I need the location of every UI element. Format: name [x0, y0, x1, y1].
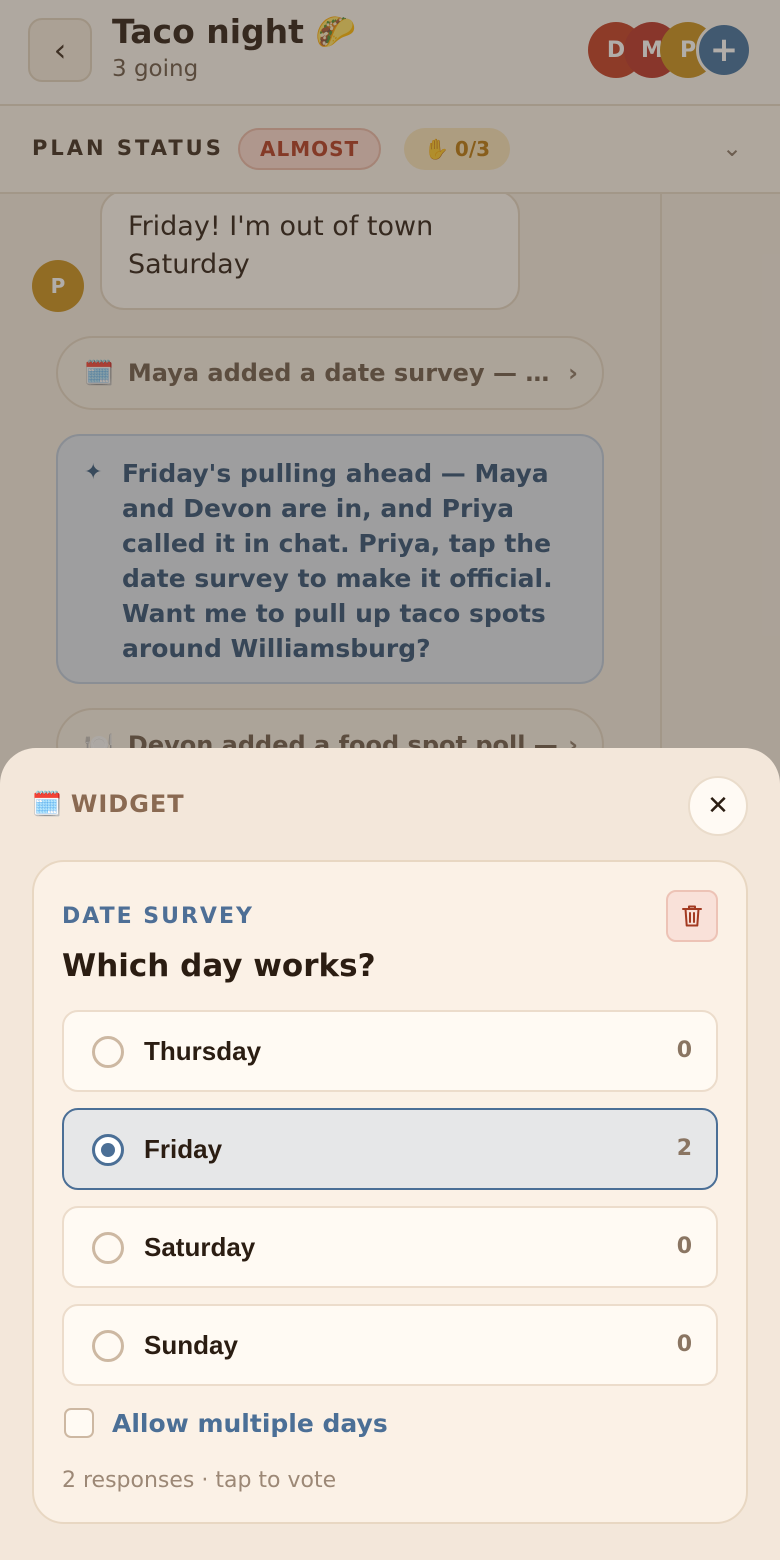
option-saturday[interactable]: Saturday 0: [62, 1206, 718, 1288]
radio-button[interactable]: [92, 1232, 124, 1264]
survey-type-label: DATE SURVEY: [62, 904, 254, 929]
option-label: Thursday: [144, 1036, 262, 1066]
response-summary: 2 responses · tap to vote: [62, 1468, 337, 1493]
option-label: Saturday: [144, 1232, 256, 1262]
vote-count: 0: [676, 1038, 692, 1063]
radio-button[interactable]: [92, 1330, 124, 1362]
option-label: Sunday: [144, 1330, 238, 1360]
radio-button[interactable]: [92, 1134, 124, 1166]
date-survey-card: DATE SURVEY Which day works? Thursday 0 …: [32, 860, 748, 1524]
vote-count: 0: [676, 1332, 692, 1357]
option-thursday[interactable]: Thursday 0: [62, 1010, 718, 1092]
allow-multiple-label[interactable]: Allow multiple days: [112, 1409, 388, 1438]
radio-button[interactable]: [92, 1036, 124, 1068]
allow-multiple-toggle[interactable]: Allow multiple days: [64, 1408, 388, 1438]
trash-icon: [682, 905, 702, 927]
sheet-title-text: WIDGET: [70, 790, 185, 818]
delete-survey-button[interactable]: [666, 890, 718, 942]
option-label: Friday: [144, 1134, 223, 1164]
option-friday[interactable]: Friday 2: [62, 1108, 718, 1190]
option-sunday[interactable]: Sunday 0: [62, 1304, 718, 1386]
sheet-title: 🗓️ WIDGET: [32, 790, 185, 818]
vote-count: 2: [676, 1136, 692, 1161]
calendar-icon: 🗓️: [32, 790, 63, 818]
vote-count: 0: [676, 1234, 692, 1259]
allow-multiple-checkbox[interactable]: [64, 1408, 94, 1438]
survey-question: Which day works?: [62, 948, 376, 984]
close-button[interactable]: ✕: [688, 776, 748, 836]
close-icon: ✕: [707, 791, 729, 821]
widget-sheet: 🗓️ WIDGET ✕ DATE SURVEY Which day works?…: [0, 748, 780, 1560]
